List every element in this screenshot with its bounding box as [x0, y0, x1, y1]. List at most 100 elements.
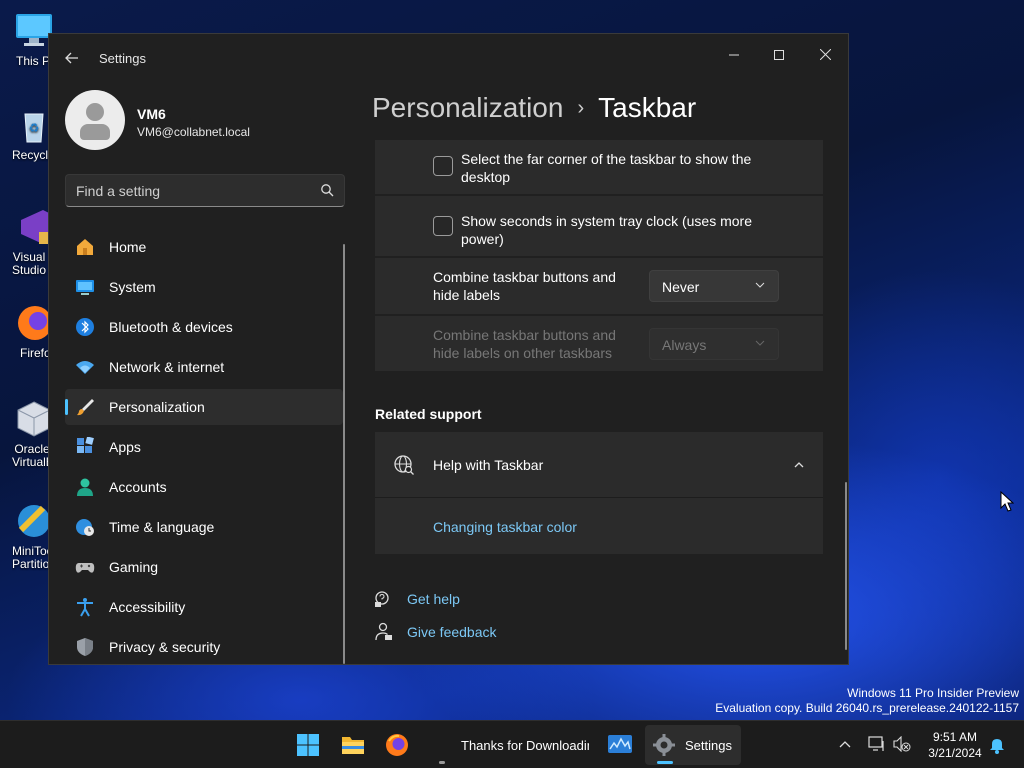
clock-date: 3/21/2024 — [928, 746, 982, 760]
avatar-head-icon — [86, 103, 104, 121]
settings-taskbar-button[interactable]: Settings — [645, 725, 741, 765]
chevron-up-icon[interactable] — [793, 459, 805, 471]
sidebar-item-bluetooth[interactable]: Bluetooth & devices — [65, 309, 343, 345]
show-seconds-checkbox[interactable] — [433, 216, 453, 236]
arrow-left-icon — [65, 52, 78, 64]
search-icon[interactable] — [320, 183, 334, 197]
maximize-icon — [774, 50, 784, 60]
give-feedback-icon — [375, 622, 392, 641]
apps-icon — [77, 437, 94, 453]
search-box[interactable] — [65, 174, 345, 207]
gear-icon — [653, 734, 675, 756]
sidebar-item-accounts[interactable]: Accounts — [65, 469, 343, 505]
notification-bell-icon[interactable] — [989, 736, 1005, 754]
sidebar-scrollbar[interactable] — [343, 244, 345, 664]
avatar-body-icon — [80, 124, 110, 140]
sidebar-item-network[interactable]: Network & internet — [65, 349, 343, 385]
far-corner-checkbox[interactable] — [433, 156, 453, 176]
desktop-icon-label: MiniTool Partition — [12, 545, 52, 571]
page-title: Taskbar — [598, 92, 697, 123]
user-email: VM6@collabnet.local — [137, 125, 250, 139]
accounts-icon — [77, 478, 93, 496]
sidebar-item-system[interactable]: System — [65, 269, 343, 305]
taskbar: Thanks for Downloading Settings 9:51 AM … — [0, 720, 1024, 768]
avatar[interactable] — [65, 90, 125, 150]
content-scrollbar[interactable] — [845, 482, 847, 650]
globe-search-icon — [394, 455, 414, 475]
title-bar[interactable]: Settings — [49, 34, 848, 82]
globe-clock-icon — [76, 519, 94, 536]
setting-row-show-seconds[interactable]: Show seconds in system tray clock (uses … — [375, 196, 823, 256]
sidebar-nav: Home System Bluetooth & devices Network … — [65, 229, 343, 664]
home-icon — [77, 239, 93, 255]
sidebar-item-apps[interactable]: Apps — [65, 429, 343, 465]
breadcrumb-parent[interactable]: Personalization — [372, 92, 563, 123]
sidebar-item-accessibility[interactable]: Accessibility — [65, 589, 343, 625]
taskbar-app-label: Settings — [685, 738, 732, 753]
changing-taskbar-color-link[interactable]: Changing taskbar color — [433, 519, 577, 535]
give-feedback-link[interactable]: Give feedback — [407, 624, 497, 640]
maximize-button[interactable] — [759, 40, 799, 70]
system-icon — [76, 280, 94, 295]
close-icon — [819, 48, 831, 61]
network-icon[interactable] — [868, 736, 886, 752]
sidebar-item-label: Home — [109, 239, 147, 255]
desktop-icon-label: Oracle VirtualBox — [12, 443, 52, 469]
sidebar-item-personalization[interactable]: Personalization — [65, 389, 343, 425]
sidebar-item-home[interactable]: Home — [65, 229, 343, 265]
start-button[interactable] — [288, 725, 328, 765]
sidebar-item-label: Network & internet — [109, 359, 225, 375]
user-name: VM6 — [137, 106, 166, 122]
back-button[interactable] — [61, 48, 83, 68]
breadcrumb: Personalization › Taskbar — [372, 92, 696, 124]
sidebar-item-label: Privacy & security — [109, 639, 221, 655]
sidebar-item-time-language[interactable]: Time & language — [65, 509, 343, 545]
setting-label-line: hide labels on other taskbars — [433, 345, 612, 361]
setting-row-far-corner[interactable]: Select the far corner of the taskbar to … — [375, 140, 823, 194]
firefox-window-button[interactable]: Thanks for Downloading — [423, 725, 591, 765]
brush-icon — [77, 399, 94, 416]
firefox-icon — [386, 734, 408, 756]
chevron-up-icon[interactable] — [838, 738, 852, 750]
sidebar-item-gaming[interactable]: Gaming — [65, 549, 343, 585]
setting-label: Combine taskbar buttons and hide labels — [433, 268, 616, 304]
help-label: Help with Taskbar — [433, 457, 544, 473]
clock[interactable]: 9:51 AM 3/21/2024 — [926, 729, 984, 761]
section-title-related-support: Related support — [375, 406, 482, 422]
task-manager-button[interactable] — [600, 725, 640, 765]
desktop-icon-label: Firefox — [20, 347, 50, 360]
get-help-link[interactable]: Get help — [407, 591, 460, 607]
sidebar-item-label: Gaming — [109, 559, 159, 575]
sidebar-item-label: System — [109, 279, 156, 295]
setting-row-combine-buttons: Combine taskbar buttons and hide labels … — [375, 258, 823, 314]
minimize-button[interactable] — [714, 40, 754, 70]
bluetooth-icon — [76, 318, 94, 336]
setting-label-line: desktop — [461, 169, 511, 185]
help-card: Help with Taskbar Changing taskbar color — [375, 432, 823, 554]
dropdown-value: Always — [662, 337, 707, 353]
running-indicator — [439, 761, 445, 764]
accessibility-icon — [77, 598, 93, 617]
mouse-cursor-icon — [1000, 491, 1014, 512]
app-title: Settings — [99, 51, 146, 66]
clock-time: 9:51 AM — [932, 730, 978, 744]
search-input[interactable] — [76, 182, 306, 200]
minimize-icon — [729, 54, 739, 56]
sidebar-item-label: Time & language — [109, 519, 215, 535]
setting-label-line: hide labels — [433, 287, 500, 303]
setting-label-line: Combine taskbar buttons and — [433, 327, 616, 343]
sidebar-item-label: Bluetooth & devices — [109, 319, 233, 335]
volume-muted-icon[interactable] — [893, 736, 911, 752]
sidebar-item-privacy-security[interactable]: Privacy & security — [65, 629, 343, 664]
close-button[interactable] — [805, 40, 845, 70]
help-expander-header[interactable]: Help with Taskbar — [375, 432, 823, 498]
firefox-taskbar-button[interactable] — [377, 725, 417, 765]
wifi-icon — [76, 361, 94, 374]
setting-label-line: Select the far corner of the taskbar to … — [461, 151, 752, 167]
file-explorer-button[interactable] — [333, 725, 373, 765]
combine-buttons-dropdown[interactable]: Never — [649, 270, 779, 302]
breadcrumb-separator: › — [577, 97, 585, 119]
sidebar-item-label: Personalization — [109, 399, 205, 415]
windows-logo-icon — [297, 734, 319, 756]
shield-icon — [77, 638, 93, 656]
